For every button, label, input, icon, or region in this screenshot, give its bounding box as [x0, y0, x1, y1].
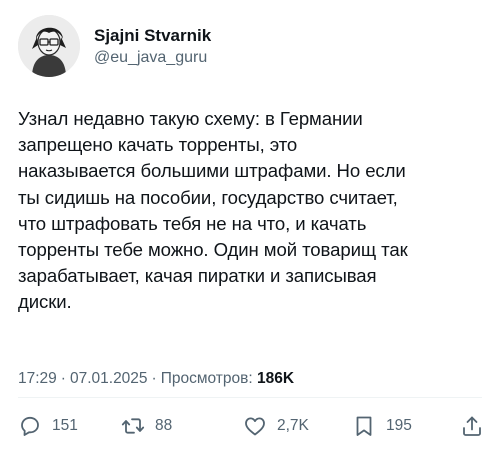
- reply-count: 151: [52, 417, 78, 434]
- avatar[interactable]: [18, 15, 80, 77]
- meta-separator-2: ·: [151, 370, 157, 387]
- meta-separator: ·: [60, 370, 66, 387]
- share-icon: [460, 414, 484, 438]
- reply-button[interactable]: 151: [18, 410, 78, 442]
- action-bar: 151 88 2,7K 195: [0, 410, 500, 442]
- tweet-text: Узнал недавно такую схему: в Германии за…: [18, 108, 408, 313]
- like-button[interactable]: 2,7K: [243, 410, 309, 442]
- author-name[interactable]: Sjajni Stvarnik: [94, 25, 211, 47]
- bookmark-button[interactable]: 195: [352, 410, 412, 442]
- share-button[interactable]: [460, 410, 484, 442]
- like-icon: [243, 414, 267, 438]
- like-count: 2,7K: [277, 417, 309, 434]
- bookmark-icon: [352, 414, 376, 438]
- retweet-button[interactable]: 88: [121, 410, 172, 442]
- tweet-date[interactable]: 07.01.2025: [70, 370, 148, 387]
- author-handle[interactable]: @eu_java_guru: [94, 48, 211, 68]
- bookmark-count: 195: [386, 417, 412, 434]
- divider: [18, 397, 482, 398]
- retweet-icon: [121, 414, 145, 438]
- reply-icon: [18, 414, 42, 438]
- tweet-header: Sjajni Stvarnik @eu_java_guru: [18, 14, 480, 78]
- avatar-illustration: [18, 15, 80, 77]
- views-count: 186K: [256, 370, 295, 387]
- views-label: Просмотров:: [160, 370, 253, 387]
- author-info: Sjajni Stvarnik @eu_java_guru: [94, 25, 211, 68]
- tweet-meta: 17:29 · 07.01.2025 · Просмотров: 186K: [18, 369, 294, 389]
- retweet-count: 88: [155, 417, 173, 434]
- tweet-time[interactable]: 17:29: [18, 370, 57, 387]
